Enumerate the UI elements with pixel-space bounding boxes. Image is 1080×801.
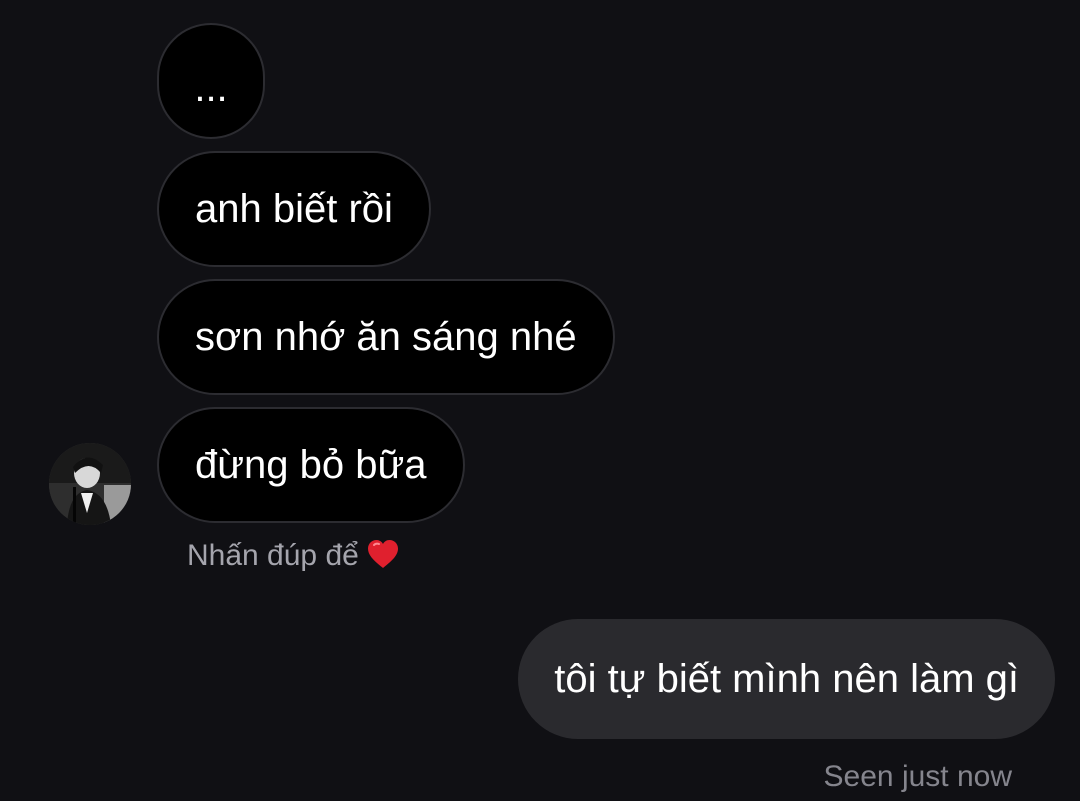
heart-icon — [367, 538, 399, 582]
sender-avatar[interactable] — [49, 443, 131, 525]
double-tap-hint: Nhấn đúp để — [187, 534, 399, 582]
avatar-photo — [49, 443, 131, 525]
hint-text: Nhấn đúp để — [187, 539, 359, 572]
incoming-message-bubble[interactable]: anh biết rồi — [157, 151, 431, 267]
incoming-message-bubble[interactable]: đừng bỏ bữa — [157, 407, 465, 523]
seen-status: Seen just now — [823, 760, 1012, 793]
incoming-message-bubble[interactable]: ... — [157, 23, 265, 139]
incoming-message-bubble[interactable]: sơn nhớ ăn sáng nhé — [157, 279, 615, 395]
outgoing-message-bubble[interactable]: tôi tự biết mình nên làm gì — [518, 619, 1055, 739]
